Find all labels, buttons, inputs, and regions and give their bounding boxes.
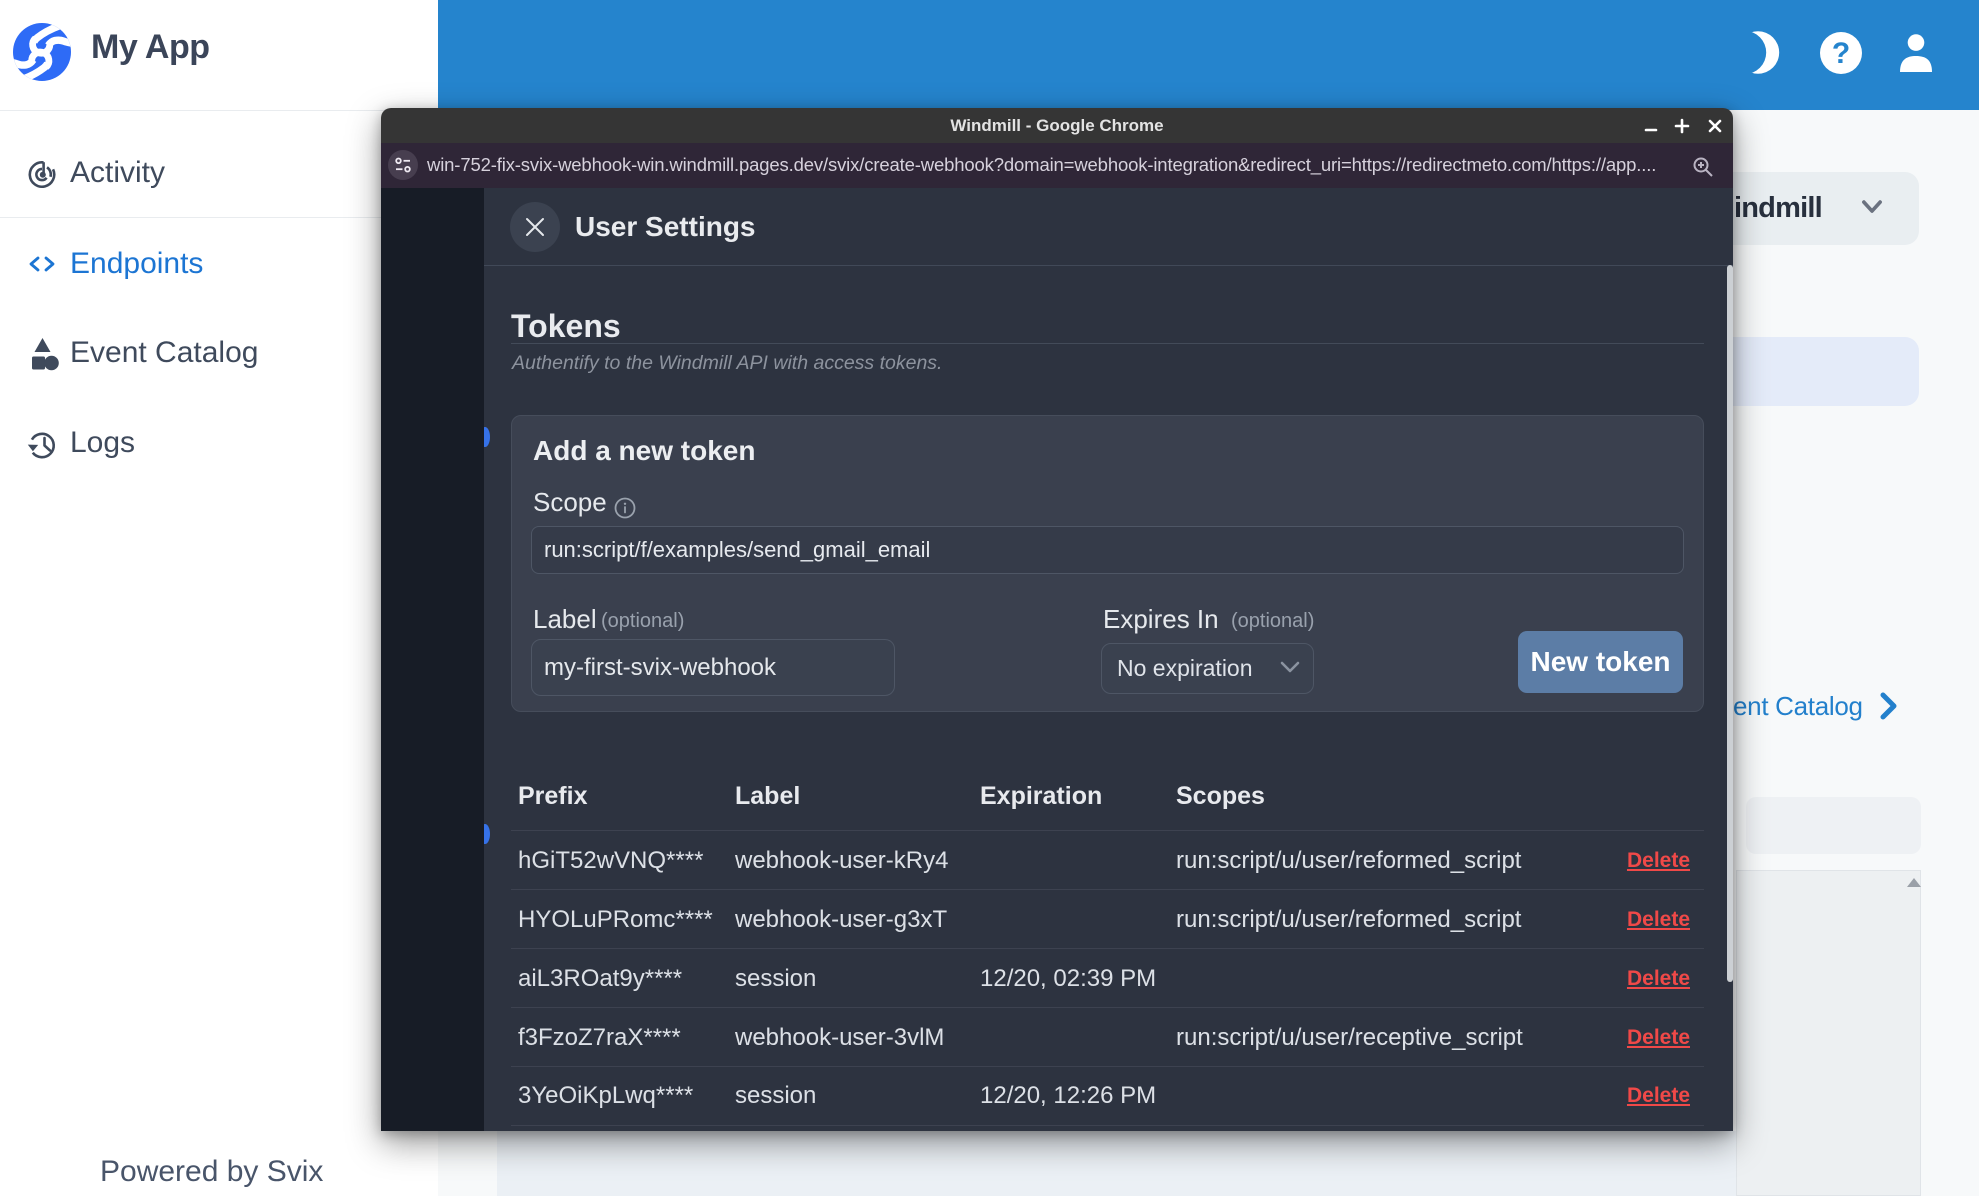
svg-text:?: ? bbox=[1832, 37, 1850, 70]
